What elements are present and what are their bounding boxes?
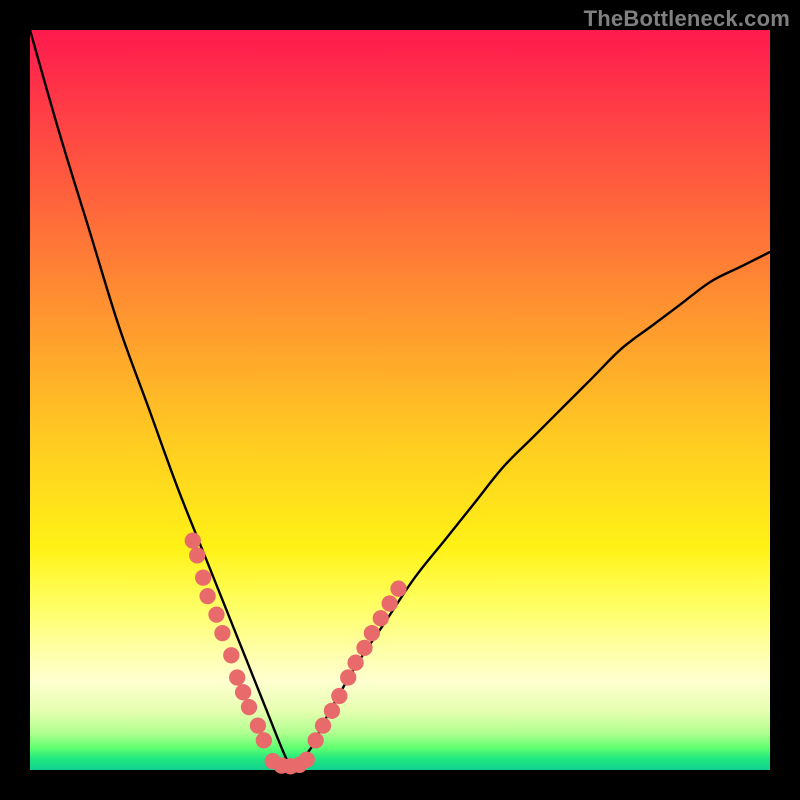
data-marker xyxy=(315,717,331,733)
data-marker xyxy=(235,684,251,700)
chart-stage: TheBottleneck.com xyxy=(0,0,800,800)
data-marker xyxy=(250,717,266,733)
data-marker xyxy=(241,699,257,715)
data-marker xyxy=(256,732,272,748)
curve-line xyxy=(30,30,770,765)
data-marker xyxy=(364,625,380,641)
data-marker xyxy=(382,595,398,611)
data-marker xyxy=(308,732,324,748)
chart-overlay xyxy=(30,30,770,770)
data-marker xyxy=(229,669,245,685)
data-marker xyxy=(299,752,315,768)
data-marker xyxy=(340,669,356,685)
data-marker xyxy=(331,688,347,704)
data-marker xyxy=(214,625,230,641)
data-marker xyxy=(356,640,372,656)
data-marker xyxy=(347,655,363,671)
data-marker xyxy=(185,532,201,548)
data-marker xyxy=(324,703,340,719)
data-marker xyxy=(223,647,239,663)
data-marker xyxy=(390,581,406,597)
data-marker xyxy=(189,547,205,563)
watermark-text: TheBottleneck.com xyxy=(584,6,790,32)
data-marker xyxy=(195,569,211,585)
data-marker xyxy=(208,606,224,622)
data-marker xyxy=(373,610,389,626)
plot-area xyxy=(30,30,770,770)
data-marker xyxy=(199,588,215,604)
